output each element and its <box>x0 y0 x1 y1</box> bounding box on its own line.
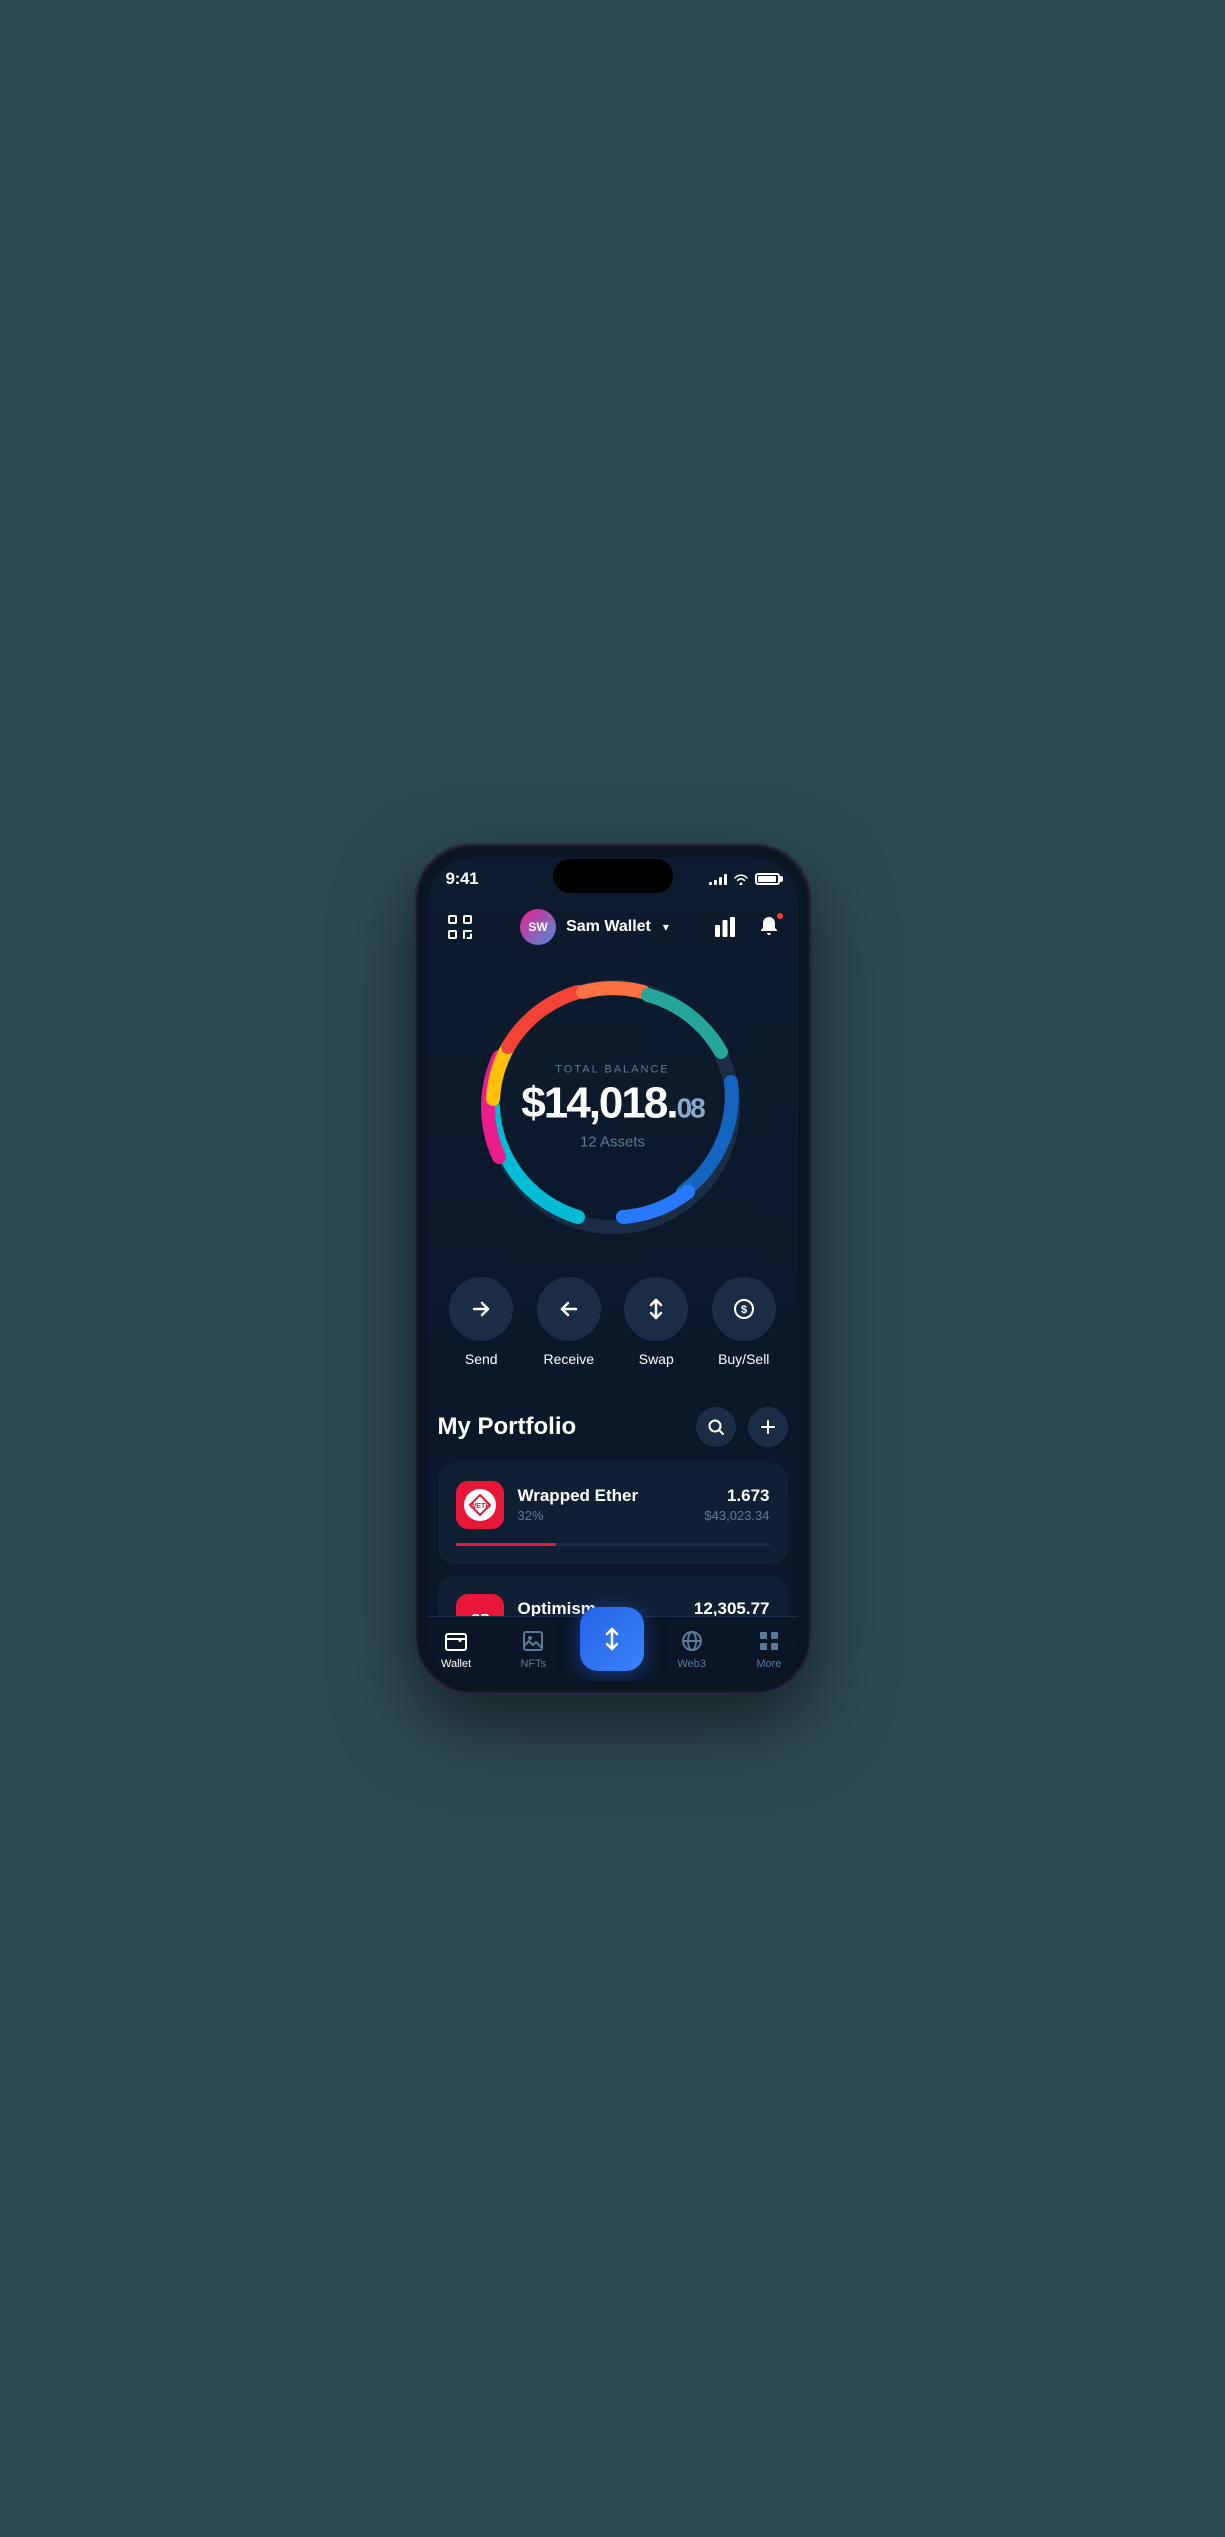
header-right-actions <box>711 913 783 941</box>
weth-amount: 1.673 <box>704 1486 769 1506</box>
portfolio-title: My Portfolio <box>438 1413 577 1441</box>
center-action-button[interactable] <box>580 1607 644 1671</box>
signal-bars-icon <box>709 873 727 885</box>
svg-text:WETH: WETH <box>469 1503 490 1510</box>
scan-button[interactable] <box>442 909 478 945</box>
chart-button[interactable] <box>711 913 739 941</box>
center-swap-icon <box>598 1625 626 1653</box>
asset-card-weth[interactable]: WETH Wrapped Ether 32% 1.673 $43,023.34 <box>438 1463 788 1564</box>
nfts-nav-icon <box>520 1628 546 1654</box>
balance-display: TOTAL BALANCE $14,018.08 12 Assets <box>521 1063 703 1150</box>
weth-inner-logo: WETH <box>464 1489 496 1521</box>
wallet-icon <box>444 1629 468 1653</box>
weth-info: Wrapped Ether 32% <box>518 1486 691 1523</box>
receive-icon <box>557 1297 581 1321</box>
chevron-down-icon: ▾ <box>663 920 669 934</box>
scan-icon <box>446 913 474 941</box>
status-time: 9:41 <box>446 869 479 889</box>
wallet-nav-label: Wallet <box>441 1658 471 1670</box>
more-nav-icon <box>756 1628 782 1654</box>
svg-text:$: $ <box>741 1304 747 1316</box>
signal-bar-1 <box>709 882 712 885</box>
nav-nfts[interactable]: NFTs <box>503 1628 563 1670</box>
search-button[interactable] <box>696 1407 736 1447</box>
weth-name: Wrapped Ether <box>518 1486 691 1506</box>
nfts-icon <box>521 1629 545 1653</box>
balance-cents: 08 <box>677 1092 704 1123</box>
search-icon <box>707 1418 725 1436</box>
nav-wallet[interactable]: Wallet <box>426 1628 486 1670</box>
buysell-label: Buy/Sell <box>718 1351 769 1367</box>
asset-row-weth: WETH Wrapped Ether 32% 1.673 $43,023.34 <box>456 1481 770 1529</box>
signal-bar-2 <box>714 880 717 885</box>
swap-button[interactable]: Swap <box>624 1277 688 1367</box>
action-buttons: Send Receive <box>418 1277 808 1407</box>
phone-frame: 9:41 <box>418 847 808 1691</box>
nav-web3[interactable]: Web3 <box>662 1628 722 1670</box>
nav-center[interactable] <box>580 1627 644 1671</box>
weth-values: 1.673 $43,023.34 <box>704 1486 769 1523</box>
receive-button[interactable]: Receive <box>537 1277 601 1367</box>
bar-chart-icon <box>713 915 737 939</box>
notification-badge <box>775 911 785 921</box>
signal-bar-3 <box>719 877 722 885</box>
nfts-nav-label: NFTs <box>520 1658 546 1670</box>
weth-logo: WETH <box>456 1481 504 1529</box>
weth-usd: $43,023.34 <box>704 1508 769 1523</box>
wallet-nav-icon <box>443 1628 469 1654</box>
web3-nav-icon <box>679 1628 705 1654</box>
swap-label: Swap <box>639 1351 674 1367</box>
balance-ring: TOTAL BALANCE $14,018.08 12 Assets <box>473 967 753 1247</box>
receive-circle <box>537 1277 601 1341</box>
wallet-selector[interactable]: SW Sam Wallet ▾ <box>520 909 669 945</box>
add-asset-button[interactable] <box>748 1407 788 1447</box>
send-circle <box>449 1277 513 1341</box>
receive-label: Receive <box>543 1351 594 1367</box>
status-icons <box>709 873 780 885</box>
buysell-circle: $ <box>712 1277 776 1341</box>
portfolio-header: My Portfolio <box>438 1407 788 1447</box>
portfolio-actions <box>696 1407 788 1447</box>
balance-section: TOTAL BALANCE $14,018.08 12 Assets <box>418 957 808 1277</box>
wallet-name: Sam Wallet <box>566 918 651 936</box>
battery-icon <box>755 873 780 885</box>
more-nav-label: More <box>756 1658 781 1670</box>
weth-bar-container <box>456 1543 770 1546</box>
balance-label: TOTAL BALANCE <box>521 1063 703 1075</box>
notifications-button[interactable] <box>755 913 783 941</box>
balance-assets-count: 12 Assets <box>521 1133 703 1150</box>
buysell-button[interactable]: $ Buy/Sell <box>712 1277 776 1367</box>
weth-percent: 32% <box>518 1508 691 1523</box>
nav-more[interactable]: More <box>739 1628 799 1670</box>
grid-icon <box>757 1629 781 1653</box>
wifi-icon <box>733 873 749 885</box>
send-label: Send <box>465 1351 498 1367</box>
signal-bar-4 <box>724 874 727 885</box>
bottom-nav: Wallet NFTs <box>418 1616 808 1691</box>
send-icon <box>469 1297 493 1321</box>
send-button[interactable]: Send <box>449 1277 513 1367</box>
web3-nav-label: Web3 <box>677 1658 706 1670</box>
swap-circle <box>624 1277 688 1341</box>
screen: 9:41 <box>418 847 808 1691</box>
battery-fill <box>758 876 777 882</box>
buysell-icon: $ <box>732 1297 756 1321</box>
swap-icon <box>644 1297 668 1321</box>
add-icon <box>759 1418 777 1436</box>
weth-bar-fill <box>456 1543 556 1546</box>
balance-main: $14,018. <box>521 1078 676 1127</box>
dynamic-island <box>553 859 673 893</box>
avatar: SW <box>520 909 556 945</box>
globe-icon <box>680 1629 704 1653</box>
balance-amount: $14,018.08 <box>521 1081 703 1125</box>
header: SW Sam Wallet ▾ <box>418 897 808 957</box>
